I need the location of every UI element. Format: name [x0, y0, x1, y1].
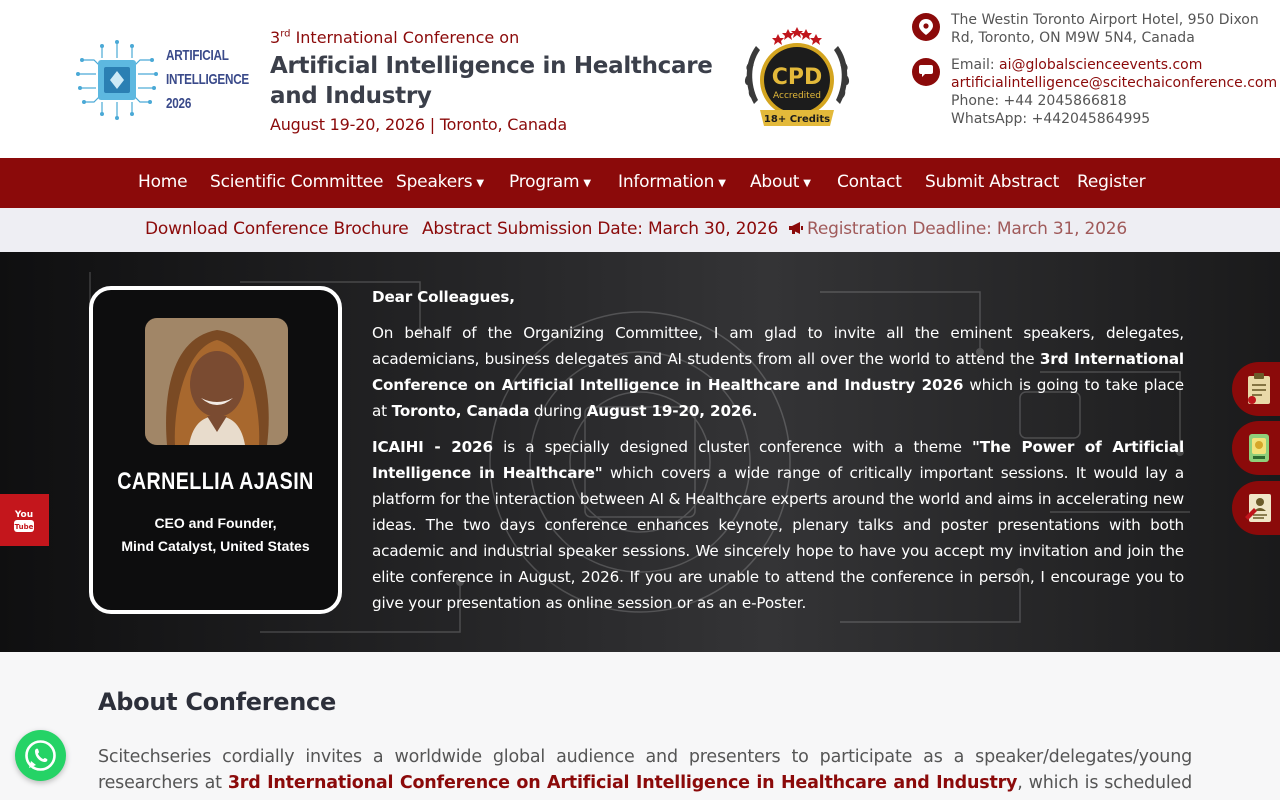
nav-submit-abstract[interactable]: Submit Abstract [925, 158, 1059, 208]
chat-bubble-icon [912, 58, 940, 86]
nav-contact[interactable]: Contact [837, 158, 902, 208]
nav-about-label: About [750, 172, 800, 192]
nav-scientific-committee[interactable]: Scientific Committee [210, 158, 384, 208]
nav-committee-label: Scientific Committee [210, 172, 384, 192]
about-conference-name: 3rd International Conference on Artifici… [227, 773, 1018, 793]
nav-register[interactable]: Register [1077, 158, 1146, 208]
logo-line3: 2026 [166, 95, 192, 112]
youtube-icon: You Tube [14, 510, 34, 532]
badge-title: CPD [772, 65, 823, 90]
welcome-paragraph-2: ICAIHI - 2026 is a specially designed cl… [372, 434, 1184, 616]
chevron-down-icon: ▼ [803, 178, 811, 189]
salutation: Dear Colleagues, [372, 288, 515, 306]
main-nav: Home Scientific Committee Speakers ▼ Prog… [0, 158, 1280, 208]
venue-address: The Westin Toronto Airport Hotel, 950 Di… [951, 12, 1259, 46]
nav-contact-label: Contact [837, 172, 902, 192]
conference-name: Artificial Intelligence in Healthcare an… [270, 53, 713, 109]
conference-edition: 3rd International Conference on [270, 28, 730, 47]
chevron-down-icon: ▼ [476, 178, 484, 189]
p1-dates: August 19-20, 2026. [586, 402, 758, 420]
whatsapp-number[interactable]: WhatsApp: +442045864995 [951, 110, 1277, 128]
svg-text:Tube: Tube [15, 523, 34, 531]
about-text: Scitechseries cordially invites a worldw… [98, 744, 1192, 800]
nav-register-label: Register [1077, 172, 1146, 192]
about-title: About Conference [98, 688, 336, 716]
logo-line2: INTELLIGENCE [166, 71, 249, 88]
cpd-accredited-badge: CPD Accredited 18+ Credits [744, 27, 850, 126]
speaker-title: CEO and Founder, [154, 515, 277, 531]
document-badge-icon [1249, 434, 1269, 462]
site-header: ARTIFICIAL INTELLIGENCE 2026 3rd Interna… [0, 0, 1280, 158]
p1-location: Toronto, Canada [391, 402, 530, 420]
welcome-message: Dear Colleagues, On behalf of the Organi… [372, 284, 1184, 626]
registration-deadline-text: Registration Deadline: March 31, 2026 [807, 219, 1128, 239]
email-link-1[interactable]: ai@globalscienceevents.com [999, 57, 1202, 73]
youtube-button[interactable]: You Tube [0, 494, 49, 546]
nav-about[interactable]: About ▼ [750, 158, 811, 208]
phone-number[interactable]: Phone: +44 2045866818 [951, 92, 1277, 110]
logo-line1: ARTIFICIAL [166, 47, 229, 64]
p2-text-d: which covers a wide range of critically … [372, 464, 1185, 612]
nav-submit-label: Submit Abstract [925, 172, 1060, 192]
chevron-down-icon: ▼ [718, 178, 726, 189]
registration-deadline: Registration Deadline: March 31, 2026 [788, 208, 1127, 252]
conference-title-block: 3rd International Conference on Artifici… [270, 28, 730, 134]
conference-date-location: August 19-20, 2026 | Toronto, Canada [270, 115, 567, 134]
email-label: Email: [951, 57, 995, 73]
nav-information[interactable]: Information ▼ [618, 158, 726, 208]
email-row: Email: ai@globalscienceevents.com artifi… [912, 56, 1277, 128]
side-button-brochure[interactable] [1232, 362, 1280, 416]
logo-text: ARTIFICIAL INTELLIGENCE 2026 [166, 44, 249, 116]
nav-home[interactable]: Home [138, 158, 188, 208]
welcome-paragraph-1: On behalf of the Organizing Committee, I… [372, 320, 1184, 424]
p2-text-b: is a specially designed cluster conferen… [492, 438, 973, 456]
announcement-bar: Download Conference Brochure Abstract Su… [0, 208, 1280, 252]
nav-program-label: Program [509, 172, 580, 192]
whatsapp-chat-button[interactable] [15, 730, 66, 781]
speaker-role: CEO and Founder, Mind Catalyst, United S… [93, 512, 338, 558]
speaker-photo [145, 318, 288, 445]
map-pin-icon [912, 13, 940, 41]
speaker-card: CARNELLIA AJASIN CEO and Founder, Mind C… [89, 286, 342, 614]
megaphone-icon [789, 222, 803, 234]
whatsapp-icon [25, 740, 56, 771]
clipboard-icon [1248, 373, 1270, 404]
p1-text-e: during [529, 402, 587, 420]
abstract-submission-date: Abstract Submission Date: March 30, 2026 [422, 219, 779, 239]
welcome-section: CARNELLIA AJASIN CEO and Founder, Mind C… [0, 252, 1280, 652]
nav-information-label: Information [618, 172, 715, 192]
side-button-abstract[interactable] [1232, 421, 1280, 475]
nav-program[interactable]: Program ▼ [509, 158, 591, 208]
contact-info: The Westin Toronto Airport Hotel, 950 Di… [912, 11, 1277, 128]
edition-suffix: rd [280, 28, 291, 40]
speaker-organization: Mind Catalyst, United States [121, 538, 310, 554]
chevron-down-icon: ▼ [583, 178, 591, 189]
nav-home-label: Home [138, 172, 188, 192]
badge-subtitle: Accredited [773, 91, 821, 101]
badge-credits: 18+ Credits [764, 114, 830, 125]
address-row: The Westin Toronto Airport Hotel, 950 Di… [912, 11, 1277, 47]
download-brochure-link[interactable]: Download Conference Brochure [145, 208, 409, 252]
registration-form-icon [1245, 494, 1271, 522]
email-link-2[interactable]: artificialintelligence@scitechaiconferen… [951, 75, 1277, 91]
svg-text:You: You [14, 510, 33, 520]
about-section: About Conference Scitechseries cordially… [0, 652, 1280, 800]
ai-chip-icon [76, 40, 158, 120]
edition-text: International Conference on [290, 28, 520, 47]
nav-speakers[interactable]: Speakers ▼ [396, 158, 484, 208]
nav-speakers-label: Speakers [396, 172, 473, 192]
p2-acronym: ICAIHI - 2026 [372, 438, 493, 456]
side-button-registration[interactable] [1232, 481, 1280, 535]
speaker-name: CARNELLIA AJASIN [117, 468, 314, 495]
conference-logo[interactable]: ARTIFICIAL INTELLIGENCE 2026 [72, 38, 249, 124]
edition-number: 3 [270, 28, 281, 47]
